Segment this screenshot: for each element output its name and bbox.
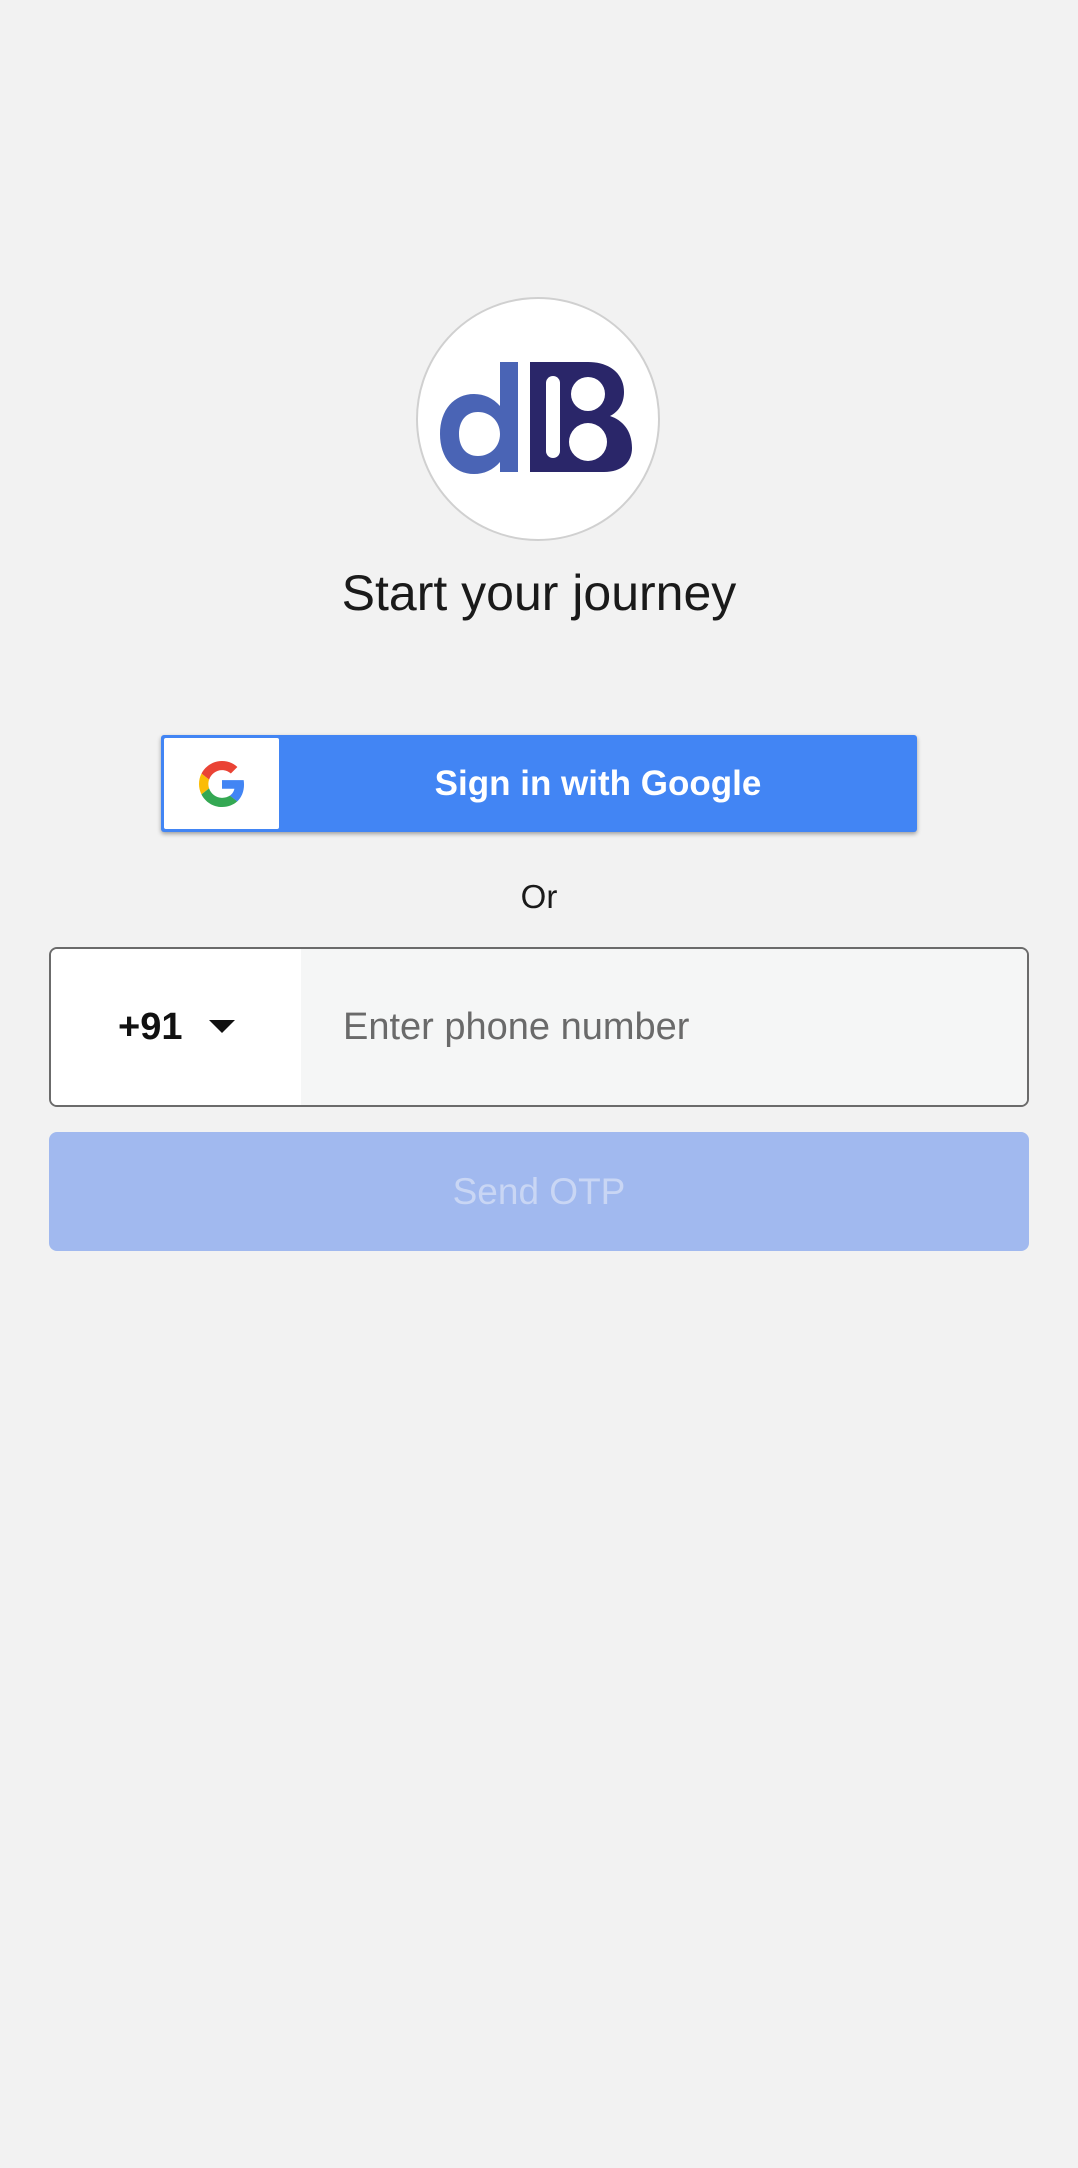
page-title: Start your journey [341, 565, 737, 621]
phone-number-input[interactable] [301, 949, 1027, 1105]
chevron-down-icon [209, 1020, 235, 1033]
google-signin-button[interactable]: Sign in with Google [161, 735, 917, 832]
google-icon-container [164, 738, 279, 829]
db-logo-icon [440, 362, 632, 474]
google-signin-label: Sign in with Google [434, 763, 762, 803]
country-code-selector[interactable]: +91 [51, 949, 301, 1105]
app-logo [416, 297, 660, 541]
phone-field: +91 [49, 947, 1029, 1107]
or-divider: Or [520, 878, 558, 915]
send-otp-button[interactable]: Send OTP [49, 1132, 1029, 1251]
google-g-icon [198, 760, 244, 807]
country-code-value: +91 [118, 1005, 183, 1048]
